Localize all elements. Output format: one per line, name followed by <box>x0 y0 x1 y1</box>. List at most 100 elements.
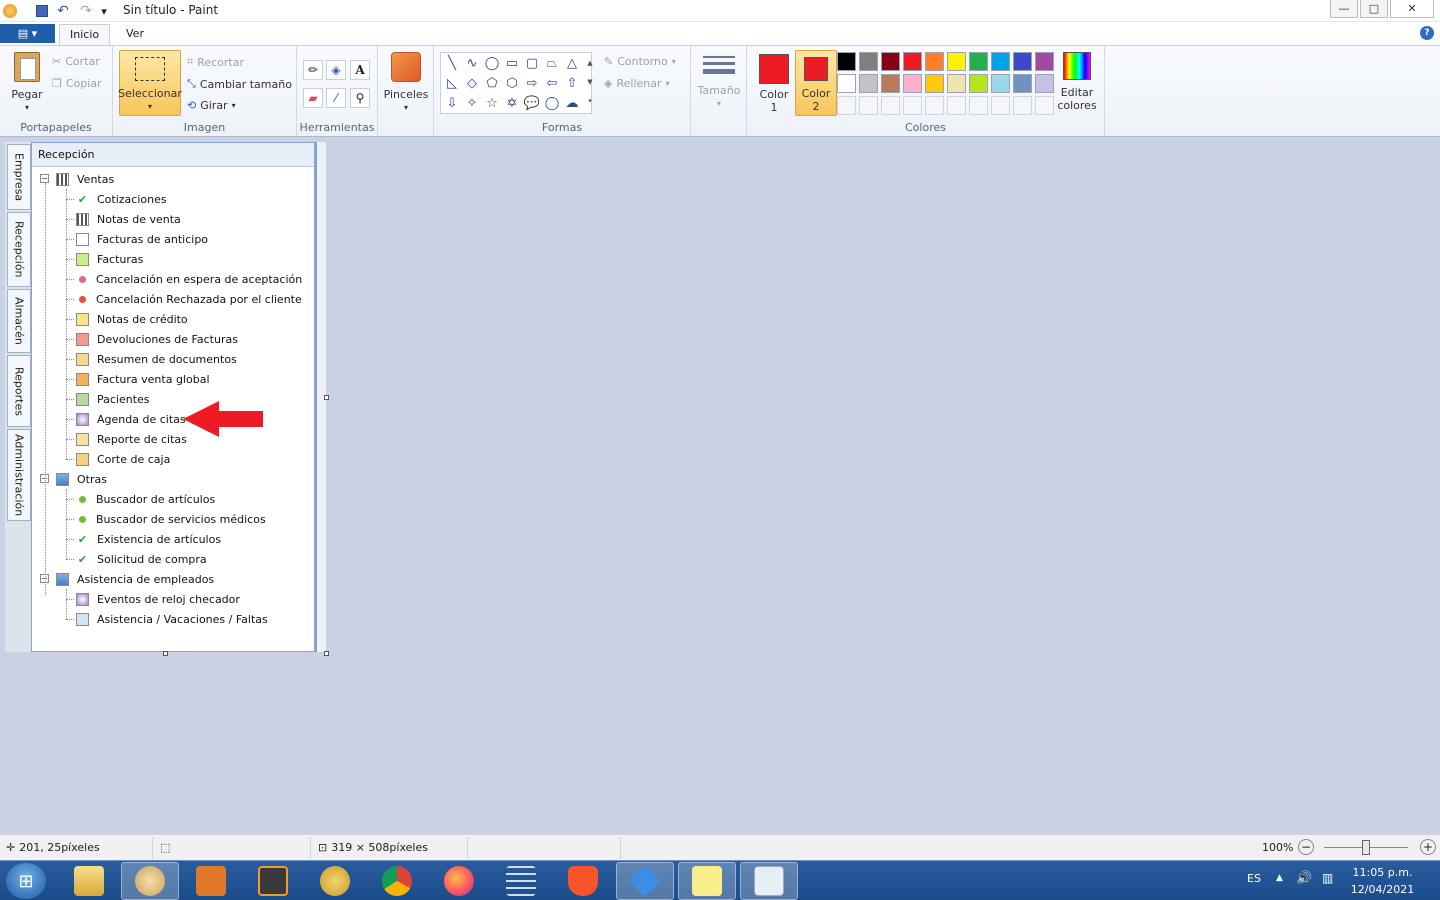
select-button[interactable]: Seleccionar ▾ <box>118 50 182 116</box>
palette-color-swatch[interactable] <box>881 52 900 71</box>
palette-color-swatch[interactable] <box>925 74 944 93</box>
vtab-almacen[interactable]: Almacén <box>7 289 31 353</box>
palette-color-swatch[interactable] <box>881 74 900 93</box>
show-hidden-icons-icon[interactable]: ▲ <box>1276 873 1283 883</box>
rounded-rectangle-shape-icon[interactable]: ▢ <box>523 54 541 72</box>
zoom-in-button[interactable]: + <box>1420 839 1436 855</box>
crop-button[interactable]: ⌗ Recortar <box>187 55 244 69</box>
language-indicator[interactable]: ES <box>1247 872 1261 885</box>
undo-icon[interactable]: ↶ <box>55 3 71 19</box>
fill-bucket-icon[interactable]: ◈ <box>326 60 346 80</box>
taskbar-media-player[interactable] <box>182 862 240 900</box>
taskbar-sticky-notes[interactable] <box>678 862 736 900</box>
right-triangle-shape-icon[interactable]: ◺ <box>443 74 461 92</box>
palette-color-swatch[interactable] <box>837 52 856 71</box>
minimize-button[interactable]: — <box>1330 0 1358 18</box>
polygon-shape-icon[interactable]: ⏢ <box>543 54 561 72</box>
tree-group-asistencia-de-empleados[interactable]: Asistencia de empleados <box>56 569 214 589</box>
palette-color-swatch[interactable] <box>991 52 1010 71</box>
palette-color-swatch[interactable] <box>1035 74 1054 93</box>
taskbar-sublime[interactable] <box>244 862 302 900</box>
palette-color-swatch[interactable] <box>1013 52 1032 71</box>
copy-button[interactable]: ❐ Copiar <box>52 77 102 90</box>
redo-icon[interactable]: ↷ <box>78 3 94 19</box>
brushes-button[interactable]: Pinceles ▾ <box>384 52 428 114</box>
tree-item[interactable]: Buscador de servicios médicos <box>76 509 266 529</box>
tree-item[interactable]: Asistencia / Vacaciones / Faltas <box>76 609 268 629</box>
tree-item[interactable]: ✔ Solicitud de compra <box>76 549 207 569</box>
tree-item[interactable]: Cancelación Rechazada por el cliente <box>76 289 302 309</box>
help-icon[interactable]: ? <box>1420 26 1434 40</box>
tree-item[interactable]: Resumen de documentos <box>76 349 237 369</box>
taskbar-chrome[interactable] <box>368 862 426 900</box>
custom-color-slot[interactable] <box>881 96 900 115</box>
palette-color-swatch[interactable] <box>837 74 856 93</box>
resize-button[interactable]: ⤡ Cambiar tamaño <box>187 77 292 91</box>
color-picker-icon[interactable]: ⁄ <box>326 88 346 108</box>
zoom-slider-thumb[interactable] <box>1362 840 1370 855</box>
outline-button[interactable]: ✎ Contorno ▾ <box>604 55 676 68</box>
network-disconnected-icon[interactable]: ▥ <box>1322 871 1333 885</box>
tree-item[interactable]: Corte de caja <box>76 449 170 469</box>
vtab-empresa[interactable]: Empresa <box>7 144 31 210</box>
pencil-icon[interactable]: ✏ <box>303 60 323 80</box>
magnifier-icon[interactable]: ⚲ <box>350 88 370 108</box>
file-menu-button[interactable]: ▤ ▾ <box>0 24 55 43</box>
palette-color-swatch[interactable] <box>1013 74 1032 93</box>
shapes-gallery[interactable]: ╲ ∿ ◯ ▭ ▢ ⏢ △ ◺ ◇ ⬠ ⬡ ⇨ ⇦ ⇧ ⇩ ✧ ☆ ✡ 💬 ◯ … <box>440 52 592 114</box>
maximize-button[interactable]: □ <box>1360 0 1388 18</box>
clock-date[interactable]: 12/04/2021 <box>1345 883 1420 896</box>
oval-shape-icon[interactable]: ◯ <box>483 54 501 72</box>
taskbar-paint[interactable] <box>121 862 179 900</box>
tab-ver[interactable]: Ver <box>116 24 154 45</box>
tree-group-otras[interactable]: Otras <box>56 469 107 489</box>
tree-item[interactable]: ✔ Cotizaciones <box>76 189 167 209</box>
five-point-star-shape-icon[interactable]: ☆ <box>483 94 501 112</box>
right-arrow-shape-icon[interactable]: ⇨ <box>523 74 541 92</box>
text-tool-icon[interactable]: A <box>350 60 370 80</box>
hexagon-shape-icon[interactable]: ⬡ <box>503 74 521 92</box>
tree-collapse-toggle[interactable]: − <box>40 174 49 183</box>
start-button[interactable]: ⊞ <box>6 863 46 899</box>
tree-item[interactable]: Notas de crédito <box>76 309 188 329</box>
save-icon[interactable] <box>34 3 50 19</box>
color1-button[interactable]: Color 1 <box>753 50 795 116</box>
custom-color-slot[interactable] <box>1013 96 1032 115</box>
diamond-shape-icon[interactable]: ◇ <box>463 74 481 92</box>
palette-color-swatch[interactable] <box>947 74 966 93</box>
paste-button[interactable]: Pegar ▾ <box>8 52 46 114</box>
custom-color-slot[interactable] <box>969 96 988 115</box>
cloud-callout-shape-icon[interactable]: ☁ <box>563 94 581 112</box>
shapes-scroll-icon[interactable]: ▲ ▼ ▾ <box>585 54 595 112</box>
line-shape-icon[interactable]: ╲ <box>443 54 461 72</box>
tree-item[interactable]: Devoluciones de Facturas <box>76 329 238 349</box>
tree-item[interactable]: ✔ Existencia de artículos <box>76 529 221 549</box>
tree-item[interactable]: Cancelación en espera de aceptación <box>76 269 302 289</box>
oval-callout-shape-icon[interactable]: ◯ <box>543 94 561 112</box>
paint-app-icon[interactable] <box>2 3 18 19</box>
tree-item[interactable]: Notas de venta <box>76 209 181 229</box>
six-point-star-shape-icon[interactable]: ✡ <box>503 94 521 112</box>
taskbar-app-doc[interactable] <box>740 862 798 900</box>
taskbar-app-blue[interactable] <box>616 862 674 900</box>
taskbar-app-user[interactable] <box>306 862 364 900</box>
palette-color-swatch[interactable] <box>859 52 878 71</box>
four-point-star-shape-icon[interactable]: ✧ <box>463 94 481 112</box>
rectangle-shape-icon[interactable]: ▭ <box>503 54 521 72</box>
pentagon-shape-icon[interactable]: ⬠ <box>483 74 501 92</box>
tree-item[interactable]: Factura venta global <box>76 369 210 389</box>
taskbar-brave[interactable] <box>554 862 612 900</box>
tree-group-ventas[interactable]: Ventas <box>56 169 114 189</box>
tree-item[interactable]: Reporte de citas <box>76 429 187 449</box>
tree-item[interactable]: Eventos de reloj checador <box>76 589 240 609</box>
tree-item[interactable]: Facturas de anticipo <box>76 229 208 249</box>
cut-button[interactable]: ✂ Cortar <box>52 55 100 68</box>
vtab-reportes[interactable]: Reportes <box>7 355 31 427</box>
custom-color-slot[interactable] <box>1035 96 1054 115</box>
palette-color-swatch[interactable] <box>969 74 988 93</box>
color2-button[interactable]: Color 2 <box>795 50 837 116</box>
custom-color-slot[interactable] <box>903 96 922 115</box>
custom-color-slot[interactable] <box>925 96 944 115</box>
zoom-out-button[interactable]: − <box>1298 839 1314 855</box>
resize-handle-right[interactable] <box>324 395 329 400</box>
